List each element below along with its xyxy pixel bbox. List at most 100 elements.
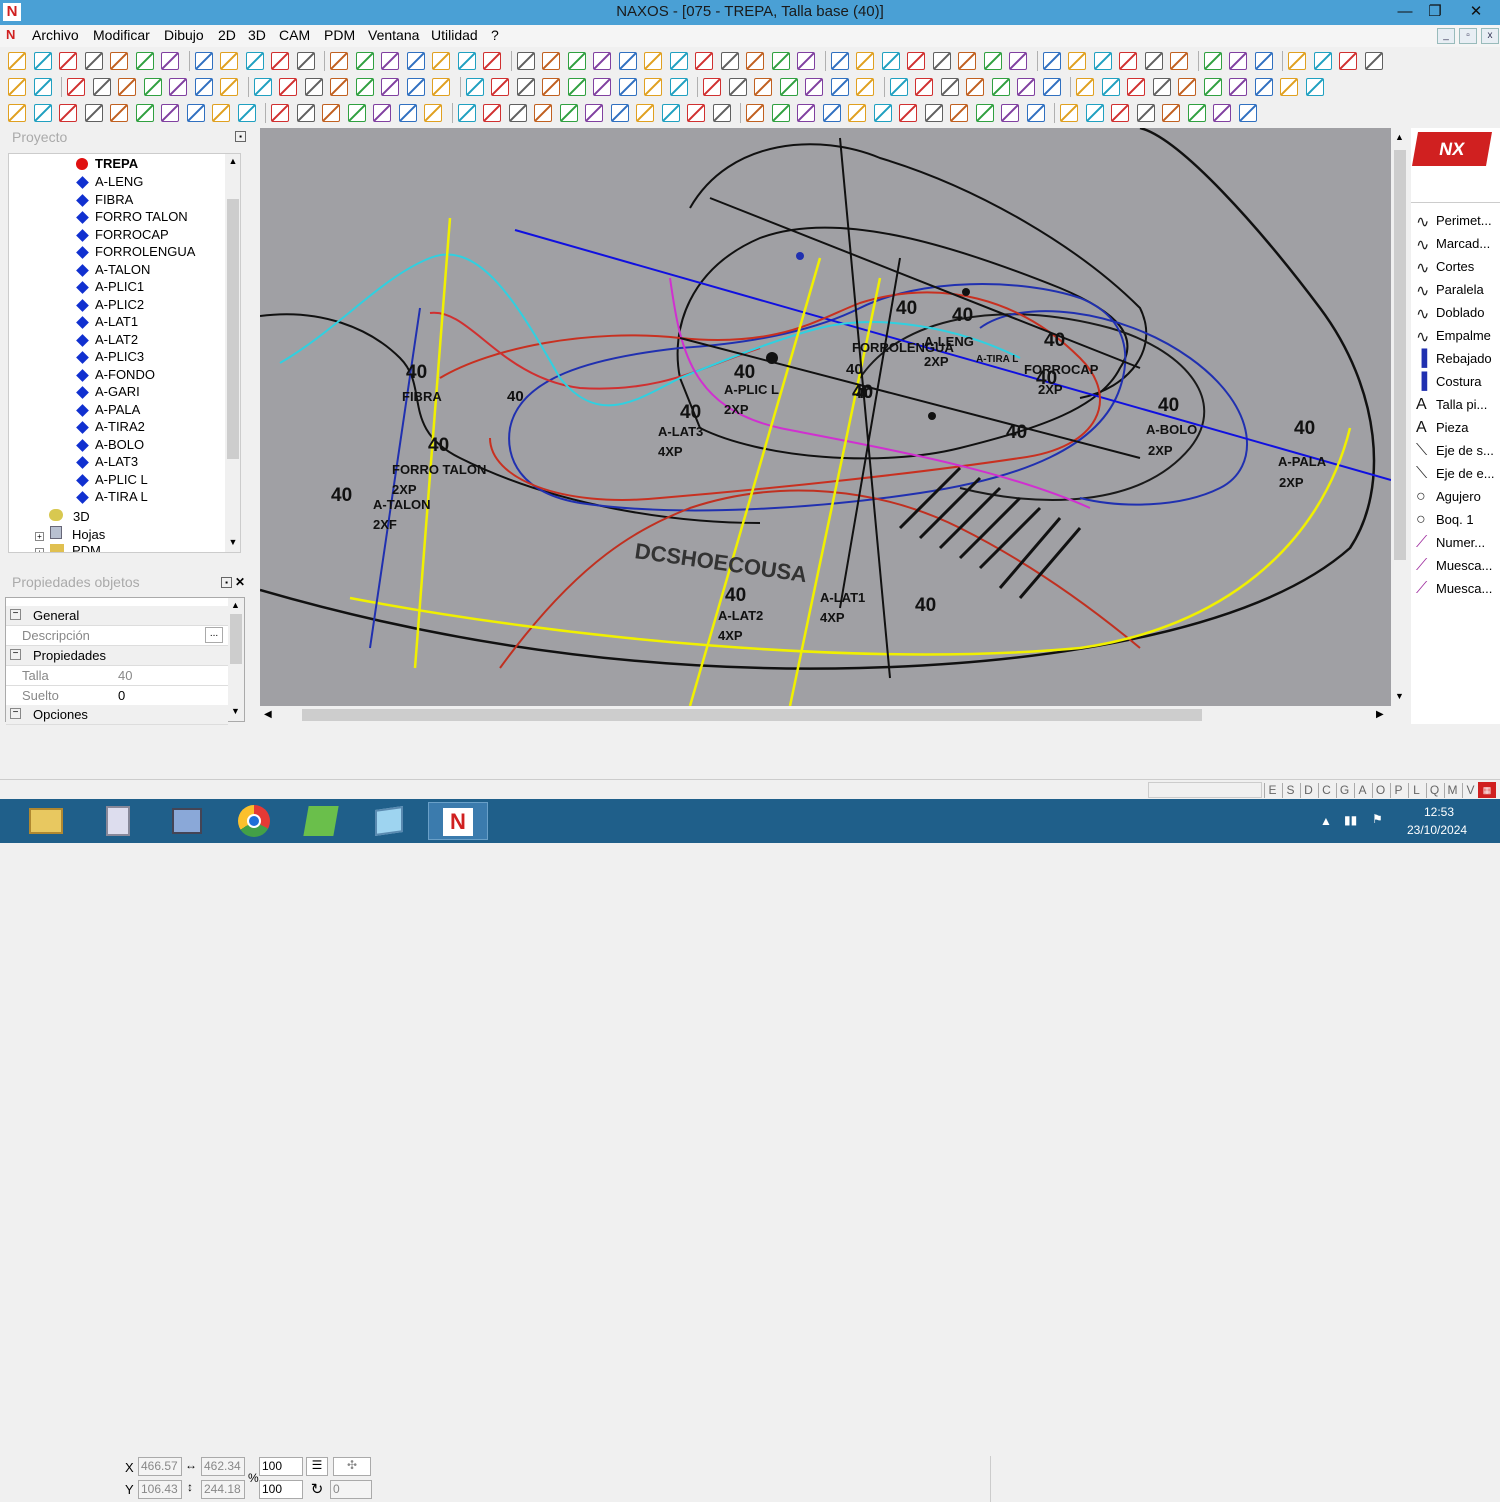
tool-button-icon[interactable] — [212, 104, 230, 122]
tool-button-icon[interactable] — [1213, 104, 1231, 122]
yellow-guide-2[interactable] — [688, 257, 822, 706]
status-toggle-c[interactable]: C — [1318, 783, 1334, 798]
tool-15-label[interactable]: Muesca... — [1436, 558, 1492, 573]
tool-button-icon[interactable] — [110, 104, 128, 122]
tool-button-icon[interactable] — [457, 104, 476, 122]
pattern-drawing[interactable]: 40 40 40 40 40 40 40 40 40 40 40 40 40 4… — [260, 128, 1391, 706]
tool-button-icon[interactable] — [1026, 104, 1045, 122]
tree-item-piece[interactable]: A-TIRA L — [95, 489, 148, 506]
status-toggle-m[interactable]: M — [1444, 783, 1460, 798]
panel-dock-icon[interactable]: ▪ — [235, 131, 246, 142]
tool-button-icon[interactable] — [669, 52, 688, 70]
tree-item-piece[interactable]: A-BOLO — [95, 437, 144, 454]
tool-button-icon[interactable] — [636, 104, 654, 122]
tree-scrollbar[interactable]: ▲ ▼ — [225, 154, 240, 552]
scroll-down-icon[interactable]: ▼ — [231, 706, 240, 716]
tool-button-icon[interactable] — [1178, 78, 1196, 96]
tool-button-icon[interactable] — [253, 78, 272, 96]
tree-node-3d[interactable]: 3D — [49, 509, 90, 526]
tool-button-icon[interactable] — [355, 78, 374, 96]
tool-button-icon[interactable] — [695, 52, 713, 70]
tool-button-icon[interactable] — [432, 78, 450, 96]
section-propiedades[interactable]: − Propiedades — [6, 646, 228, 666]
panel-pin-icon[interactable]: ▪ — [221, 577, 232, 588]
canvas-hscroll-thumb[interactable] — [302, 709, 1202, 721]
status-flag-icon[interactable]: ▦ — [1478, 782, 1496, 798]
tool-11-label[interactable]: Eje de e... — [1436, 466, 1495, 481]
tool-button-icon[interactable] — [703, 78, 721, 96]
black-axis-3[interactable] — [679, 337, 1141, 459]
tool-button-icon[interactable] — [330, 52, 348, 70]
tool-button-icon[interactable] — [1009, 52, 1027, 70]
tool-button-icon[interactable] — [1144, 52, 1163, 70]
tool-button-icon[interactable] — [924, 104, 943, 122]
tool-button-icon[interactable] — [644, 52, 662, 70]
tool-button-icon[interactable] — [118, 78, 136, 96]
menu-modificar[interactable]: Modificar — [91, 27, 152, 43]
tool-button-icon[interactable] — [1111, 104, 1129, 122]
tool-1-label[interactable]: Marcad... — [1436, 236, 1490, 251]
status-toggle-d[interactable]: D — [1300, 783, 1316, 798]
tool-button-icon[interactable] — [406, 78, 425, 96]
tool-button-icon[interactable] — [271, 52, 289, 70]
tree-item-piece[interactable]: A-LAT2 — [95, 332, 138, 349]
tool-button-icon[interactable] — [84, 52, 103, 70]
tool-button-icon[interactable] — [975, 104, 994, 122]
tool-button-icon[interactable] — [1060, 104, 1078, 122]
tool-button-icon[interactable] — [559, 104, 578, 122]
tool-button-icon[interactable] — [1001, 104, 1019, 122]
tool-button-icon[interactable] — [84, 104, 103, 122]
tree-node-pdm[interactable]: + PDM — [35, 543, 101, 552]
tool-button-icon[interactable] — [135, 104, 154, 122]
tool-button-icon[interactable] — [712, 104, 731, 122]
status-toggle-l[interactable]: L — [1408, 783, 1424, 798]
tool-button-icon[interactable] — [746, 104, 764, 122]
tool-button-icon[interactable] — [542, 78, 560, 96]
tool-button-icon[interactable] — [1101, 78, 1120, 96]
tool-button-icon[interactable] — [135, 52, 154, 70]
tool-button-icon[interactable] — [1136, 104, 1155, 122]
tool-button-icon[interactable] — [797, 104, 815, 122]
tool-button-icon[interactable] — [67, 78, 85, 96]
tool-button-icon[interactable] — [1152, 78, 1171, 96]
tool-button-icon[interactable] — [33, 52, 52, 70]
tree-item-piece[interactable]: A-PLIC1 — [95, 279, 144, 296]
scroll-right-icon[interactable]: ▶ — [1376, 709, 1384, 720]
tool-button-icon[interactable] — [508, 104, 527, 122]
tool-button-icon[interactable] — [1042, 52, 1061, 70]
tree-item-piece[interactable]: A-LAT1 — [95, 314, 138, 331]
tool-button-icon[interactable] — [1203, 78, 1222, 96]
scroll-up-icon[interactable]: ▲ — [1395, 132, 1404, 142]
tool-button-icon[interactable] — [1229, 78, 1247, 96]
tool-6-label[interactable]: Rebajado — [1436, 351, 1492, 366]
clock-date[interactable]: 23/10/2024 — [1407, 823, 1467, 837]
tool-button-icon[interactable] — [92, 78, 111, 96]
tool-button-icon[interactable] — [110, 52, 128, 70]
tool-button-icon[interactable] — [1254, 78, 1273, 96]
tool-7-label[interactable]: Costura — [1436, 374, 1482, 389]
tool-button-icon[interactable] — [161, 52, 179, 70]
panel-close-icon[interactable]: ✕ — [235, 575, 245, 589]
piece-red-top[interactable] — [429, 311, 761, 390]
canvas-hscrollbar[interactable]: ◀ ▶ — [260, 706, 1391, 724]
tool-button-icon[interactable] — [398, 104, 417, 122]
tool-button-icon[interactable] — [220, 52, 238, 70]
tool-button-icon[interactable] — [220, 78, 238, 96]
collapse-icon[interactable]: − — [10, 649, 21, 660]
tool-button-icon[interactable] — [907, 52, 925, 70]
tool-button-icon[interactable] — [322, 104, 340, 122]
tool-9-label[interactable]: Pieza — [1436, 420, 1469, 435]
tool-button-icon[interactable] — [1119, 52, 1137, 70]
rotate-icon[interactable]: ↻ — [306, 1480, 328, 1499]
tool-button-icon[interactable] — [983, 52, 1002, 70]
tool-button-icon[interactable] — [856, 52, 874, 70]
tool-button-icon[interactable] — [805, 78, 823, 96]
tool-button-icon[interactable] — [304, 78, 323, 96]
clock-time[interactable]: 12:53 — [1424, 805, 1454, 819]
tree-item-piece[interactable]: A-LENG — [95, 174, 143, 191]
tool-button-icon[interactable] — [1313, 52, 1332, 70]
status-toggle-a[interactable]: A — [1354, 783, 1370, 798]
tool-13-label[interactable]: Boq. 1 — [1436, 512, 1474, 527]
tool-button-icon[interactable] — [618, 52, 637, 70]
tool-button-icon[interactable] — [1127, 78, 1145, 96]
